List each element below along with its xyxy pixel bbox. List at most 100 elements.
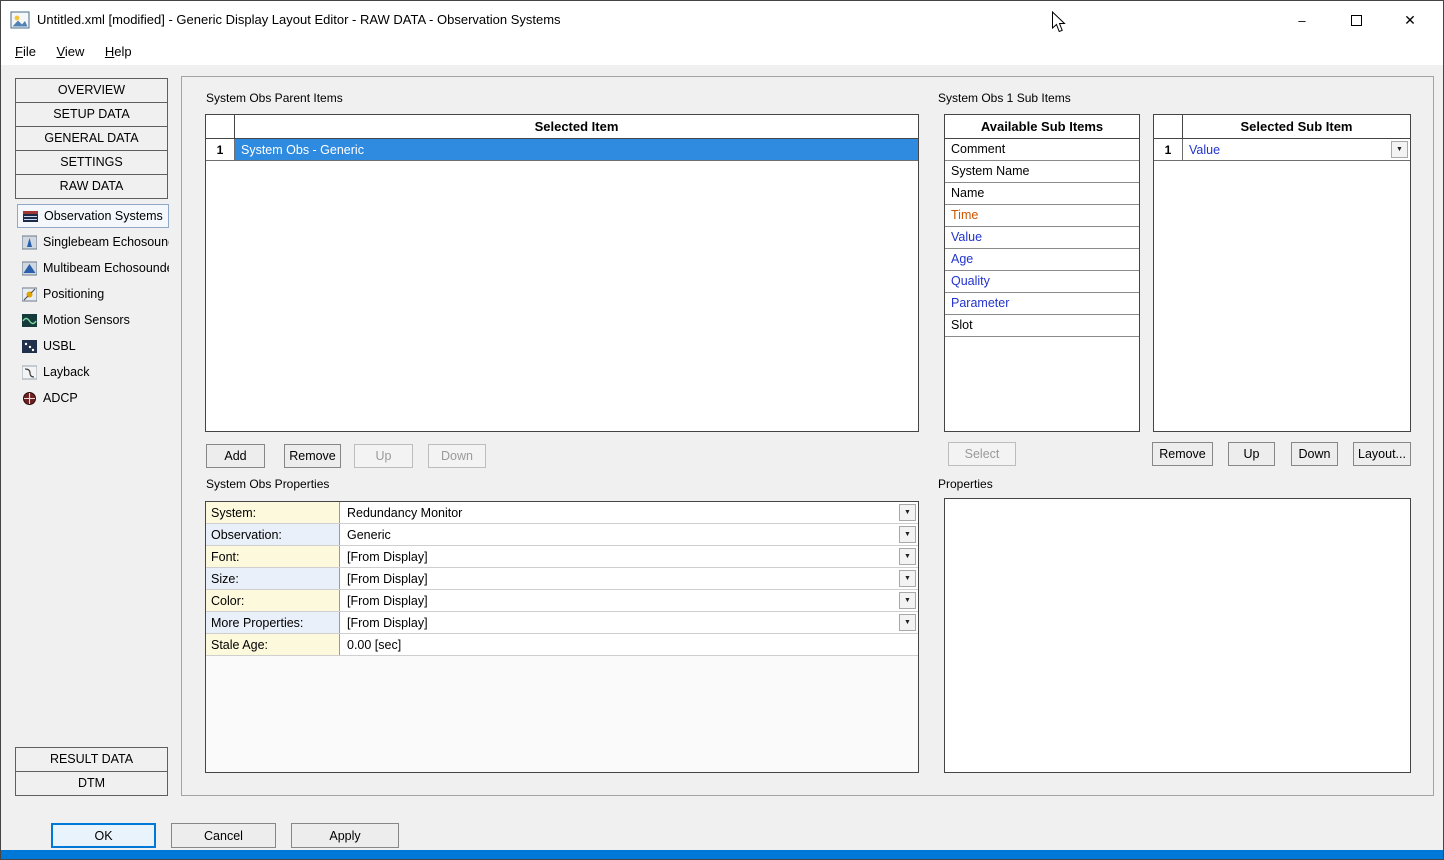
sidebar-item-label: Singlebeam Echosounder (43, 235, 169, 249)
stale-age-field[interactable]: 0.00 [sec] (340, 634, 918, 655)
sidebar-item-motion-sensors[interactable]: Motion Sensors (17, 308, 169, 332)
add-button[interactable]: Add (206, 444, 265, 468)
list-item[interactable]: System Name (945, 161, 1139, 183)
menu-view[interactable]: View (53, 39, 87, 65)
sub-properties-section-label: Properties (938, 477, 993, 491)
menubar: File View Help (1, 39, 1443, 65)
observation-dropdown[interactable]: Generic (340, 524, 918, 545)
selected-sub-item-header-label: Selected Sub Item (1183, 115, 1410, 138)
sidebar-item-layback[interactable]: Layback (17, 360, 169, 384)
sidebar-tab-dtm[interactable]: DTM (15, 771, 168, 796)
table-row[interactable]: 1 Value ▼ (1154, 139, 1410, 161)
property-label: Stale Age: (206, 634, 340, 655)
sidebar-tab-result-data[interactable]: RESULT DATA (15, 747, 168, 772)
sidebar-item-multibeam-echosounder[interactable]: Multibeam Echosounder (17, 256, 169, 280)
list-item[interactable]: Slot (945, 315, 1139, 337)
positioning-icon (22, 287, 37, 302)
app-icon (10, 10, 30, 30)
row-number-header (206, 115, 235, 138)
maximize-button[interactable] (1333, 1, 1379, 39)
property-row-color: Color: [From Display] ▼ (206, 590, 918, 612)
property-label: Color: (206, 590, 340, 611)
sub-down-button[interactable]: Down (1291, 442, 1338, 466)
sidebar-tab-setup-data[interactable]: SETUP DATA (15, 102, 168, 127)
sidebar-item-positioning[interactable]: Positioning (17, 282, 169, 306)
sidebar-tab-overview[interactable]: OVERVIEW (15, 78, 168, 103)
selected-sub-item-combo[interactable]: Value (1183, 139, 1410, 160)
property-row-size: Size: [From Display] ▼ (206, 568, 918, 590)
taskbar-strip (1, 850, 1443, 859)
list-item[interactable]: Name (945, 183, 1139, 205)
list-item[interactable]: Quality (945, 271, 1139, 293)
select-button: Select (948, 442, 1016, 466)
up-button: Up (354, 444, 413, 468)
dropdown-arrow-icon[interactable]: ▼ (899, 570, 916, 587)
list-item[interactable]: Time (945, 205, 1139, 227)
parent-items-table: Selected Item 1 System Obs - Generic (205, 114, 919, 432)
sidebar-item-label: Observation Systems (44, 209, 163, 223)
list-item[interactable]: Parameter (945, 293, 1139, 315)
dropdown-arrow-icon[interactable]: ▼ (899, 614, 916, 631)
property-row-system: System: Redundancy Monitor ▼ (206, 502, 918, 524)
selected-sub-items-table: Selected Sub Item 1 Value ▼ (1153, 114, 1411, 432)
sub-up-button[interactable]: Up (1228, 442, 1275, 466)
adcp-icon (22, 391, 37, 406)
sidebar-item-label: Positioning (43, 287, 104, 301)
sub-items-section-label: System Obs 1 Sub Items (938, 91, 1071, 105)
font-dropdown[interactable]: [From Display] (340, 546, 918, 567)
parent-item-selected[interactable]: System Obs - Generic (235, 139, 918, 160)
dropdown-arrow-icon[interactable]: ▼ (1391, 141, 1408, 158)
available-sub-items-list: Available Sub Items Comment System Name … (944, 114, 1140, 432)
sidebar-tab-general-data[interactable]: GENERAL DATA (15, 126, 168, 151)
sidebar-item-observation-systems[interactable]: Observation Systems (17, 204, 169, 228)
property-label: Observation: (206, 524, 340, 545)
selected-item-header: Selected Item (235, 115, 918, 138)
property-label: Font: (206, 546, 340, 567)
menu-help[interactable]: Help (102, 39, 135, 65)
cancel-button[interactable]: Cancel (171, 823, 276, 848)
sub-remove-button[interactable]: Remove (1152, 442, 1213, 466)
sidebar-item-usbl[interactable]: USBL (17, 334, 169, 358)
row-number: 1 (1154, 139, 1183, 160)
list-item[interactable]: Comment (945, 139, 1139, 161)
property-label: More Properties: (206, 612, 340, 633)
dropdown-arrow-icon[interactable]: ▼ (899, 592, 916, 609)
sidebar-item-singlebeam-echosounder[interactable]: Singlebeam Echosounder (17, 230, 169, 254)
minimize-icon: – (1298, 13, 1305, 28)
color-dropdown[interactable]: [From Display] (340, 590, 918, 611)
minimize-button[interactable]: – (1279, 1, 1325, 39)
list-item[interactable]: Age (945, 249, 1139, 271)
sidebar-item-label: USBL (43, 339, 76, 353)
row-number-header (1154, 115, 1183, 138)
system-dropdown[interactable]: Redundancy Monitor (340, 502, 918, 523)
property-label: System: (206, 502, 340, 523)
dropdown-arrow-icon[interactable]: ▼ (899, 504, 916, 521)
layout-button[interactable]: Layout... (1353, 442, 1411, 466)
dropdown-arrow-icon[interactable]: ▼ (899, 548, 916, 565)
menu-file[interactable]: File (12, 39, 39, 65)
sidebar-tab-raw-data[interactable]: RAW DATA (15, 174, 168, 199)
table-row[interactable]: 1 System Obs - Generic (206, 139, 918, 161)
sidebar-item-label: Motion Sensors (43, 313, 130, 327)
motion-sensors-icon (22, 313, 37, 328)
system-obs-properties-grid: System: Redundancy Monitor ▼ Observation… (205, 501, 919, 773)
sidebar-item-adcp[interactable]: ADCP (17, 386, 169, 410)
property-row-font: Font: [From Display] ▼ (206, 546, 918, 568)
property-row-more-properties: More Properties: [From Display] ▼ (206, 612, 918, 634)
sub-properties-box (944, 498, 1411, 773)
size-dropdown[interactable]: [From Display] (340, 568, 918, 589)
dropdown-arrow-icon[interactable]: ▼ (899, 526, 916, 543)
more-properties-dropdown[interactable]: [From Display] (340, 612, 918, 633)
list-item[interactable]: Value (945, 227, 1139, 249)
apply-button[interactable]: Apply (291, 823, 399, 848)
sidebar-tab-settings[interactable]: SETTINGS (15, 150, 168, 175)
remove-button[interactable]: Remove (284, 444, 341, 468)
ok-button[interactable]: OK (51, 823, 156, 848)
close-button[interactable]: ✕ (1387, 1, 1433, 39)
layback-icon (22, 365, 37, 380)
property-row-stale-age: Stale Age: 0.00 [sec] (206, 634, 918, 656)
down-button: Down (428, 444, 486, 468)
titlebar: Untitled.xml [modified] - Generic Displa… (1, 1, 1443, 39)
available-sub-items-header-label: Available Sub Items (945, 115, 1139, 138)
sidebar-item-label: Multibeam Echosounder (43, 261, 169, 275)
